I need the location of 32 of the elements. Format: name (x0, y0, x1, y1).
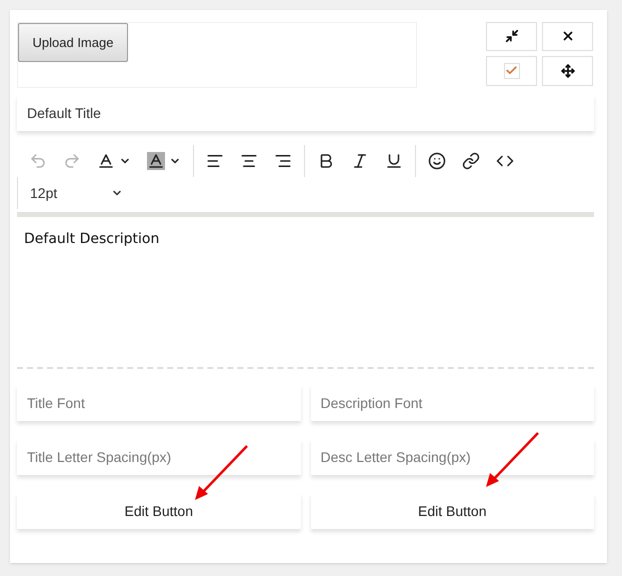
align-right-icon (274, 152, 292, 170)
checkbox-button[interactable] (486, 56, 537, 86)
font-size-dropdown[interactable]: 12pt (17, 177, 135, 209)
redo-icon (63, 152, 81, 170)
title-field[interactable]: Default Title (17, 95, 594, 131)
text-field[interactable]: Title Letter Spacing(px) (17, 439, 300, 475)
description-editor[interactable]: Default Description (17, 217, 594, 369)
collapse-icon (504, 29, 518, 44)
link-icon (462, 152, 480, 170)
close-button[interactable] (542, 22, 593, 50)
text-field[interactable]: Title Font (17, 385, 300, 421)
italic-icon (351, 152, 369, 170)
annotation-arrow (193, 444, 249, 502)
move-icon (560, 64, 574, 78)
smiley-icon (428, 152, 446, 170)
align-left-icon (206, 152, 224, 170)
highlight-icon (147, 152, 165, 170)
text-color-icon (97, 152, 115, 170)
description-text: Default Description (24, 230, 160, 249)
underline-icon (385, 152, 403, 170)
collapse-button[interactable] (486, 22, 537, 50)
move-button[interactable] (542, 56, 593, 86)
align-center-icon (240, 152, 258, 170)
upload-image-button[interactable]: Upload Image (18, 23, 128, 62)
annotation-arrow (484, 431, 540, 489)
edit-button[interactable]: Edit Button (17, 493, 300, 529)
undo-icon (29, 152, 47, 170)
edit-button[interactable]: Edit Button (310, 493, 594, 529)
checkbox[interactable] (504, 62, 520, 79)
text-field[interactable]: Description Font (310, 385, 594, 421)
text-field[interactable]: Desc Letter Spacing(px) (310, 439, 594, 475)
close-icon (560, 29, 574, 44)
